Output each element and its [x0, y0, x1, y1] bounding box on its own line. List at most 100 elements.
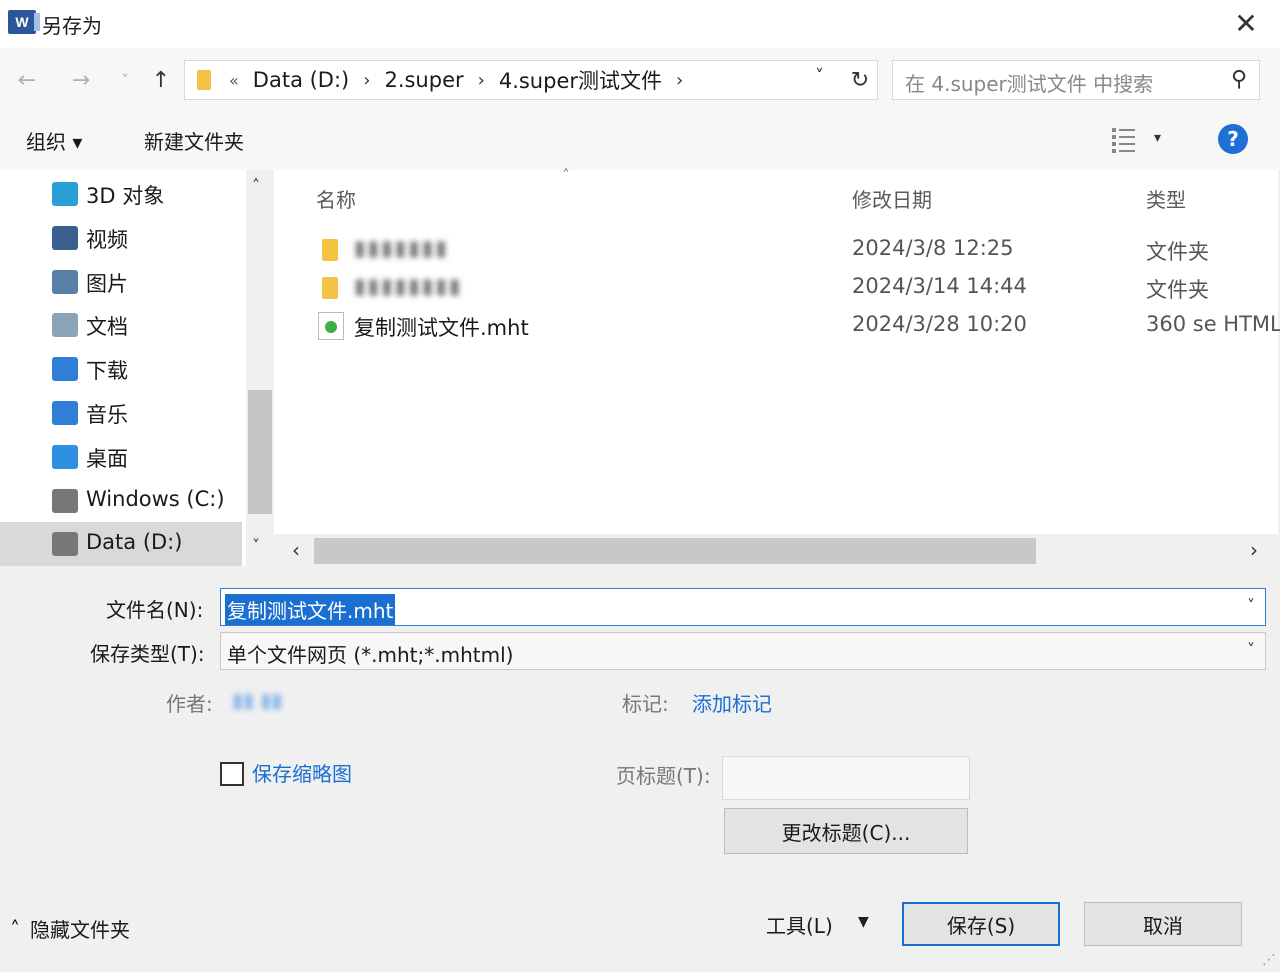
- nav-item[interactable]: 下载: [0, 347, 242, 391]
- scroll-down-button[interactable]: ˅: [252, 536, 260, 555]
- nav-item[interactable]: Windows (C:): [0, 479, 242, 523]
- file-row[interactable]: ▮▮▮▮▮▮▮ 2024/3/8 12:25 文件夹: [274, 230, 1278, 268]
- page-title-label: 页标题(T):: [616, 764, 711, 788]
- filetype-select[interactable]: 单个文件网页 (*.mht;*.mhtml) ˅: [220, 632, 1266, 670]
- breadcrumb-item[interactable]: 4.super测试文件: [499, 65, 662, 95]
- save-button[interactable]: 保存(S): [902, 902, 1060, 946]
- file-type: 文件夹: [1146, 240, 1209, 264]
- tags-label: 标记:: [622, 692, 669, 716]
- file-name: ▮▮▮▮▮▮▮: [354, 236, 449, 260]
- nav-item-label: 视频: [86, 227, 128, 252]
- view-options-icon[interactable]: [1110, 126, 1138, 154]
- nav-item-label: 3D 对象: [86, 184, 165, 208]
- word-icon: W: [8, 10, 40, 34]
- new-folder-button[interactable]: 新建文件夹: [144, 126, 244, 155]
- breadcrumb-item[interactable]: 2.super: [384, 68, 463, 92]
- author-label: 作者:: [166, 692, 213, 716]
- nav-item-label: 文档: [86, 315, 128, 340]
- pictures-icon: [52, 269, 78, 294]
- filetype-label: 保存类型(T):: [90, 642, 205, 666]
- chevron-down-icon[interactable]: ˅: [1247, 596, 1255, 615]
- author-value[interactable]: ▮▮ ▮▮: [232, 688, 282, 712]
- search-input[interactable]: 在 4.super测试文件 中搜索 ⚲: [892, 60, 1260, 100]
- nav-item[interactable]: 文档: [0, 303, 242, 347]
- save-thumbnail-checkbox[interactable]: [220, 762, 244, 786]
- search-placeholder: 在 4.super测试文件 中搜索: [905, 72, 1154, 96]
- chevron-down-icon[interactable]: ˅: [1247, 640, 1255, 659]
- up-button[interactable]: ↑: [146, 62, 176, 98]
- nav-item-label: 下载: [86, 359, 128, 384]
- file-name: 复制测试文件.mht: [354, 316, 529, 340]
- nav-item[interactable]: Data (D:): [0, 522, 242, 567]
- view-dropdown[interactable]: ▾: [1154, 130, 1161, 146]
- drive-d-icon: [52, 532, 78, 557]
- desktop-icon: [52, 444, 78, 469]
- organize-button[interactable]: 组织 ▾: [26, 126, 82, 155]
- nav-item-label: 音乐: [86, 403, 128, 427]
- file-modified: 2024/3/28 10:20: [852, 312, 1027, 336]
- breadcrumb-separator[interactable]: ›: [363, 70, 370, 91]
- hide-folders-toggle[interactable]: ˄ 隐藏文件夹: [10, 914, 130, 943]
- hide-folders-label: 隐藏文件夹: [30, 918, 130, 942]
- chevron-up-icon: ˄: [10, 916, 20, 941]
- breadcrumb-item[interactable]: Data (D:): [253, 68, 349, 92]
- window-title: 另存为: [42, 14, 102, 38]
- tools-dropdown[interactable]: ▼: [858, 914, 869, 930]
- scroll-thumb[interactable]: [248, 390, 272, 514]
- scroll-right-button[interactable]: ›: [1250, 538, 1258, 562]
- filename-label: 文件名(N):: [106, 598, 204, 622]
- nav-item[interactable]: 图片: [0, 260, 242, 304]
- search-icon[interactable]: ⚲: [1231, 67, 1247, 92]
- add-tags-link[interactable]: 添加标记: [692, 688, 772, 717]
- scroll-thumb[interactable]: [314, 538, 1036, 564]
- cancel-button[interactable]: 取消: [1084, 902, 1242, 946]
- breadcrumb: « Data (D:) › 2.super › 4.super测试文件 ›: [229, 61, 683, 99]
- scroll-up-button[interactable]: ˄: [252, 176, 260, 195]
- refresh-button[interactable]: ↻: [842, 64, 878, 96]
- address-dropdown[interactable]: ˅: [815, 66, 824, 87]
- file-modified: 2024/3/8 12:25: [852, 236, 1014, 260]
- back-button[interactable]: ←: [12, 62, 42, 98]
- horizontal-scrollbar[interactable]: ‹ ›: [274, 534, 1280, 568]
- file-row[interactable]: 复制测试文件.mht 2024/3/28 10:20 360 se HTML: [274, 306, 1280, 344]
- filename-field[interactable]: 复制测试文件.mht ˅: [220, 588, 1266, 626]
- videos-icon: [52, 225, 78, 250]
- page-title-field: [722, 756, 970, 800]
- column-header-modified[interactable]: 修改日期: [852, 184, 932, 213]
- folder-icon: [322, 277, 338, 299]
- recent-locations-button[interactable]: ˅: [110, 62, 140, 98]
- column-header-name[interactable]: 名称: [316, 184, 356, 213]
- nav-item[interactable]: 桌面: [0, 435, 242, 479]
- close-button[interactable]: ✕: [1226, 6, 1266, 40]
- scroll-left-button[interactable]: ‹: [292, 538, 300, 562]
- change-title-button[interactable]: 更改标题(C)...: [724, 808, 968, 854]
- nav-item-label: Data (D:): [86, 530, 183, 555]
- column-header-type[interactable]: 类型: [1146, 184, 1186, 213]
- help-icon[interactable]: ?: [1218, 124, 1248, 154]
- filename-value[interactable]: 复制测试文件.mht: [225, 594, 396, 625]
- file-name: ▮▮▮▮▮▮▮▮: [354, 274, 463, 298]
- breadcrumb-separator[interactable]: ›: [676, 70, 683, 91]
- drive-c-icon: [52, 488, 78, 513]
- title-bar: [0, 0, 1280, 48]
- resize-grip-icon[interactable]: ⋰: [1262, 952, 1276, 968]
- navigation-scrollbar[interactable]: ˄ ˅: [246, 170, 274, 566]
- file-modified: 2024/3/14 14:44: [852, 274, 1027, 298]
- filetype-value: 单个文件网页 (*.mht;*.mhtml): [227, 643, 514, 667]
- address-bar[interactable]: « Data (D:) › 2.super › 4.super测试文件 › ˅: [184, 60, 878, 100]
- file-list: [274, 170, 1278, 534]
- breadcrumb-overflow[interactable]: «: [229, 71, 239, 90]
- file-type: 文件夹: [1146, 278, 1209, 302]
- save-thumbnail-label[interactable]: 保存缩略图: [252, 758, 352, 787]
- documents-icon: [52, 313, 78, 338]
- sort-indicator: ˄: [562, 166, 570, 185]
- folder-icon: [322, 239, 338, 261]
- nav-item[interactable]: 视频: [0, 216, 242, 260]
- nav-item[interactable]: 音乐: [0, 391, 242, 435]
- downloads-icon: [52, 357, 78, 382]
- nav-item[interactable]: 3D 对象: [0, 172, 242, 216]
- file-row[interactable]: ▮▮▮▮▮▮▮▮ 2024/3/14 14:44 文件夹: [274, 268, 1278, 306]
- breadcrumb-separator[interactable]: ›: [478, 70, 485, 91]
- forward-button[interactable]: →: [66, 62, 96, 98]
- tools-button[interactable]: 工具(L): [766, 910, 833, 939]
